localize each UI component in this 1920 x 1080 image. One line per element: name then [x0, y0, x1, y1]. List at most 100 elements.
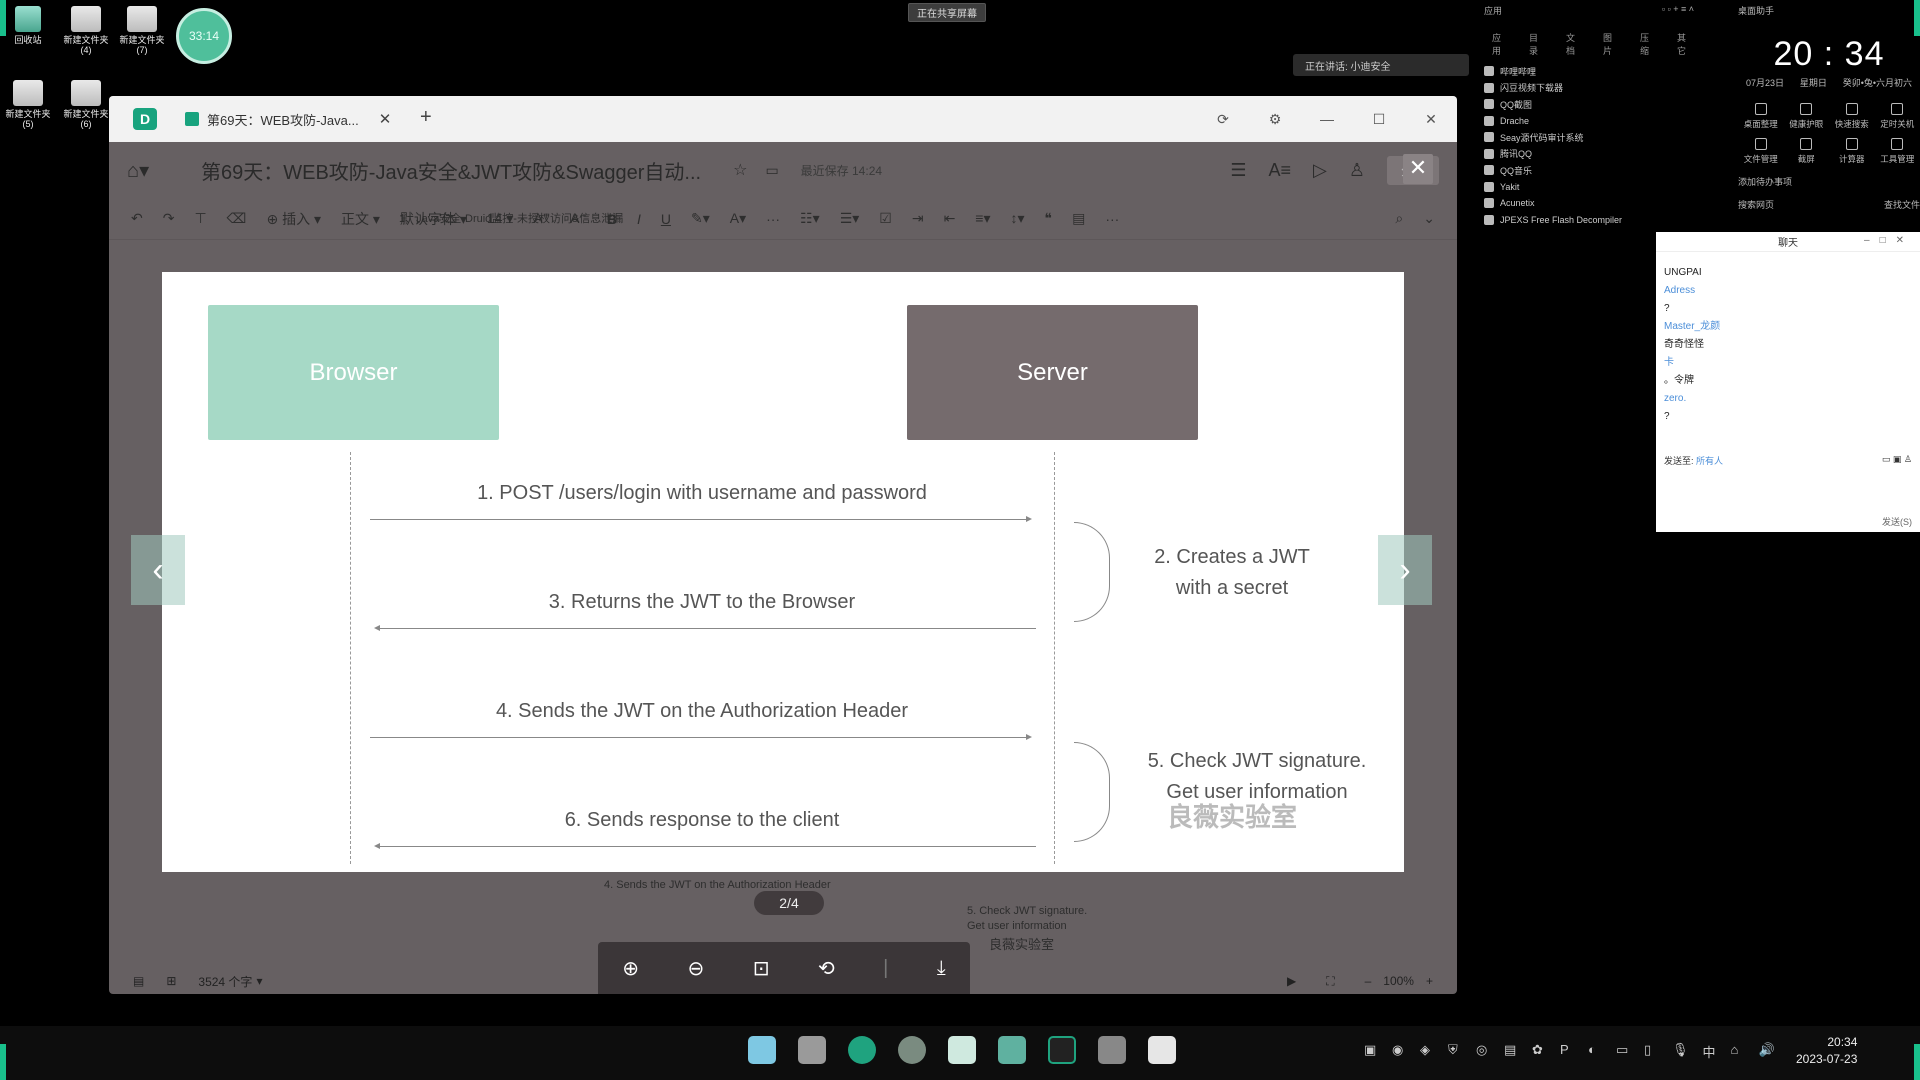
- desktop-icon-folder[interactable]: 新建文件夹 (7): [116, 6, 168, 56]
- shield-icon[interactable]: ⛨: [1448, 1042, 1462, 1061]
- document-title[interactable]: 第69天：WEB攻防-Java安全&JWT攻防&Swagger自动...: [201, 156, 701, 185]
- desktop-icon-folder[interactable]: 新建文件夹 (4): [60, 6, 112, 56]
- tab-catalog[interactable]: 目录: [1529, 31, 1546, 57]
- send-to-select[interactable]: 所有人: [1696, 456, 1723, 466]
- tool-quick-search[interactable]: 快速搜索: [1829, 103, 1875, 130]
- tray-app-icon[interactable]: ▤: [1504, 1042, 1518, 1061]
- app-item[interactable]: Yakit: [1484, 179, 1694, 196]
- tray-app-icon[interactable]: ◉: [1392, 1042, 1406, 1061]
- format-painter-icon[interactable]: ⊤: [194, 210, 206, 227]
- tab-archives[interactable]: 压缩: [1640, 31, 1657, 57]
- insert-button[interactable]: ⊕ 插入 ▾: [266, 209, 321, 229]
- tray-app-icon[interactable]: ✿: [1532, 1042, 1546, 1061]
- notes-app-icon[interactable]: [948, 1036, 976, 1064]
- outline-icon[interactable]: ☰: [1230, 160, 1246, 181]
- app-item[interactable]: QQ音乐: [1484, 162, 1694, 179]
- comment-icon[interactable]: ▤: [1072, 210, 1085, 227]
- paragraph-style-select[interactable]: 正文 ▾: [341, 209, 380, 229]
- app-item[interactable]: Acunetix: [1484, 195, 1694, 212]
- tab-images[interactable]: 图片: [1603, 31, 1620, 57]
- indent-icon[interactable]: ⇥: [912, 210, 924, 227]
- outline-toggle-icon[interactable]: ▤: [133, 974, 144, 988]
- redo-icon[interactable]: ↷: [163, 210, 175, 227]
- chevron-down-icon[interactable]: ▾: [256, 974, 262, 988]
- app-item[interactable]: QQ截图: [1484, 96, 1694, 113]
- tool-screenshot[interactable]: 截屏: [1784, 138, 1830, 165]
- app-item[interactable]: Drache: [1484, 113, 1694, 130]
- home-icon[interactable]: ⌂▾: [127, 158, 167, 183]
- clear-format-icon[interactable]: ⌫: [227, 210, 247, 227]
- collaborators-icon[interactable]: ♙: [1349, 160, 1365, 181]
- tab-docs[interactable]: 文档: [1566, 31, 1583, 57]
- close-tab-icon[interactable]: ✕: [379, 110, 392, 128]
- more-tools-icon[interactable]: ···: [1105, 211, 1119, 227]
- play-icon[interactable]: ▶: [1287, 974, 1296, 988]
- tray-app-icon[interactable]: ◈: [1420, 1042, 1434, 1061]
- microphone-icon[interactable]: 🎙: [1672, 1042, 1689, 1061]
- app-item[interactable]: JPEXS Free Flash Decompiler: [1484, 212, 1694, 229]
- tab-apps[interactable]: 应用: [1492, 31, 1509, 57]
- desktop-icon-folder[interactable]: 新建文件夹 (6): [60, 80, 112, 130]
- floating-timer-avatar[interactable]: 33:14: [176, 8, 232, 64]
- zoom-plus-icon[interactable]: +: [1426, 974, 1433, 988]
- file-explorer-icon[interactable]: [798, 1036, 826, 1064]
- outdent-icon[interactable]: ⇤: [944, 210, 956, 227]
- more-icon[interactable]: ···: [766, 211, 780, 227]
- tray-app-icon[interactable]: ▣: [1364, 1042, 1378, 1061]
- chat-send-button[interactable]: 发送(S): [1882, 515, 1912, 528]
- input-method-indicator[interactable]: 中: [1703, 1042, 1717, 1061]
- tool-desk-organize[interactable]: 桌面整理: [1738, 103, 1784, 130]
- font-color-icon[interactable]: A▾: [730, 210, 746, 227]
- desktop-icon-folder[interactable]: 新建文件夹 (5): [2, 80, 54, 130]
- highlight-icon[interactable]: ✎▾: [691, 210, 710, 227]
- add-todo-link[interactable]: 添加待办事项: [1738, 175, 1792, 188]
- folder-move-icon[interactable]: ▭: [765, 162, 778, 179]
- screen-share-badge[interactable]: 正在共享屏幕: [908, 3, 986, 22]
- ide-icon[interactable]: [1048, 1036, 1076, 1064]
- tool-shutdown-timer[interactable]: 定时关机: [1875, 103, 1920, 130]
- desktop-icon-recycle-bin[interactable]: 回收站: [2, 6, 54, 45]
- chart-app-icon[interactable]: [998, 1036, 1026, 1064]
- present-icon[interactable]: ▷: [1313, 160, 1327, 181]
- tool-manager[interactable]: 工具管理: [1875, 138, 1920, 165]
- chrome-icon[interactable]: [898, 1036, 926, 1064]
- maximize-button[interactable]: ☐: [1353, 111, 1405, 128]
- text-style-icon[interactable]: A≡: [1268, 160, 1291, 181]
- zoom-level[interactable]: 100%: [1383, 974, 1414, 988]
- volume-icon[interactable]: 🔊: [1759, 1042, 1775, 1061]
- zoom-minus-icon[interactable]: –: [1365, 974, 1372, 988]
- star-icon[interactable]: ☆: [733, 160, 747, 180]
- chat-window-controls[interactable]: –□✕: [1864, 235, 1914, 246]
- close-window-button[interactable]: ✕: [1405, 111, 1457, 128]
- taskbar-clock[interactable]: 20:34 2023-07-23: [1796, 1034, 1857, 1068]
- previous-image-button[interactable]: ‹: [131, 535, 185, 605]
- search-file-link[interactable]: 查找文件: [1884, 198, 1920, 211]
- tool-calculator[interactable]: 计算器: [1829, 138, 1875, 165]
- start-icon[interactable]: [748, 1036, 776, 1064]
- fit-screen-icon[interactable]: ⛶: [1326, 974, 1334, 989]
- tab-others[interactable]: 其它: [1677, 31, 1694, 57]
- line-spacing-icon[interactable]: ↕▾: [1011, 210, 1025, 227]
- word-count[interactable]: 3524 个字: [198, 973, 252, 990]
- chat-tools[interactable]: ▭ ▣ ♙: [1882, 454, 1912, 467]
- tool-eye-care[interactable]: 健康护眼: [1784, 103, 1830, 130]
- panel-controls[interactable]: ▫ ▫ + ≡ ˄: [1662, 4, 1694, 17]
- underline-icon[interactable]: U: [661, 211, 671, 227]
- numbered-list-icon[interactable]: ☰▾: [840, 210, 860, 227]
- minimize-button[interactable]: —: [1301, 111, 1353, 127]
- align-icon[interactable]: ≡▾: [975, 210, 990, 227]
- tray-app-icon[interactable]: ◐: [1588, 1042, 1602, 1061]
- java-icon[interactable]: [1148, 1036, 1176, 1064]
- checkbox-icon[interactable]: ☑: [879, 210, 892, 227]
- tool-file-manager[interactable]: 文件管理: [1738, 138, 1784, 165]
- display-icon[interactable]: ▭: [1616, 1042, 1630, 1061]
- tray-app-icon[interactable]: P: [1560, 1042, 1574, 1061]
- app-item[interactable]: 腾讯QQ: [1484, 146, 1694, 163]
- settings-icon[interactable]: ⚙: [1249, 111, 1301, 128]
- new-tab-button[interactable]: +: [420, 106, 432, 129]
- edge-browser-icon[interactable]: [848, 1036, 876, 1064]
- undo-icon[interactable]: ↶: [131, 210, 143, 227]
- usb-icon[interactable]: ▯: [1644, 1042, 1658, 1061]
- close-viewer-button[interactable]: ✕: [1403, 154, 1433, 184]
- app-item[interactable]: 哔哩哔哩: [1484, 63, 1694, 80]
